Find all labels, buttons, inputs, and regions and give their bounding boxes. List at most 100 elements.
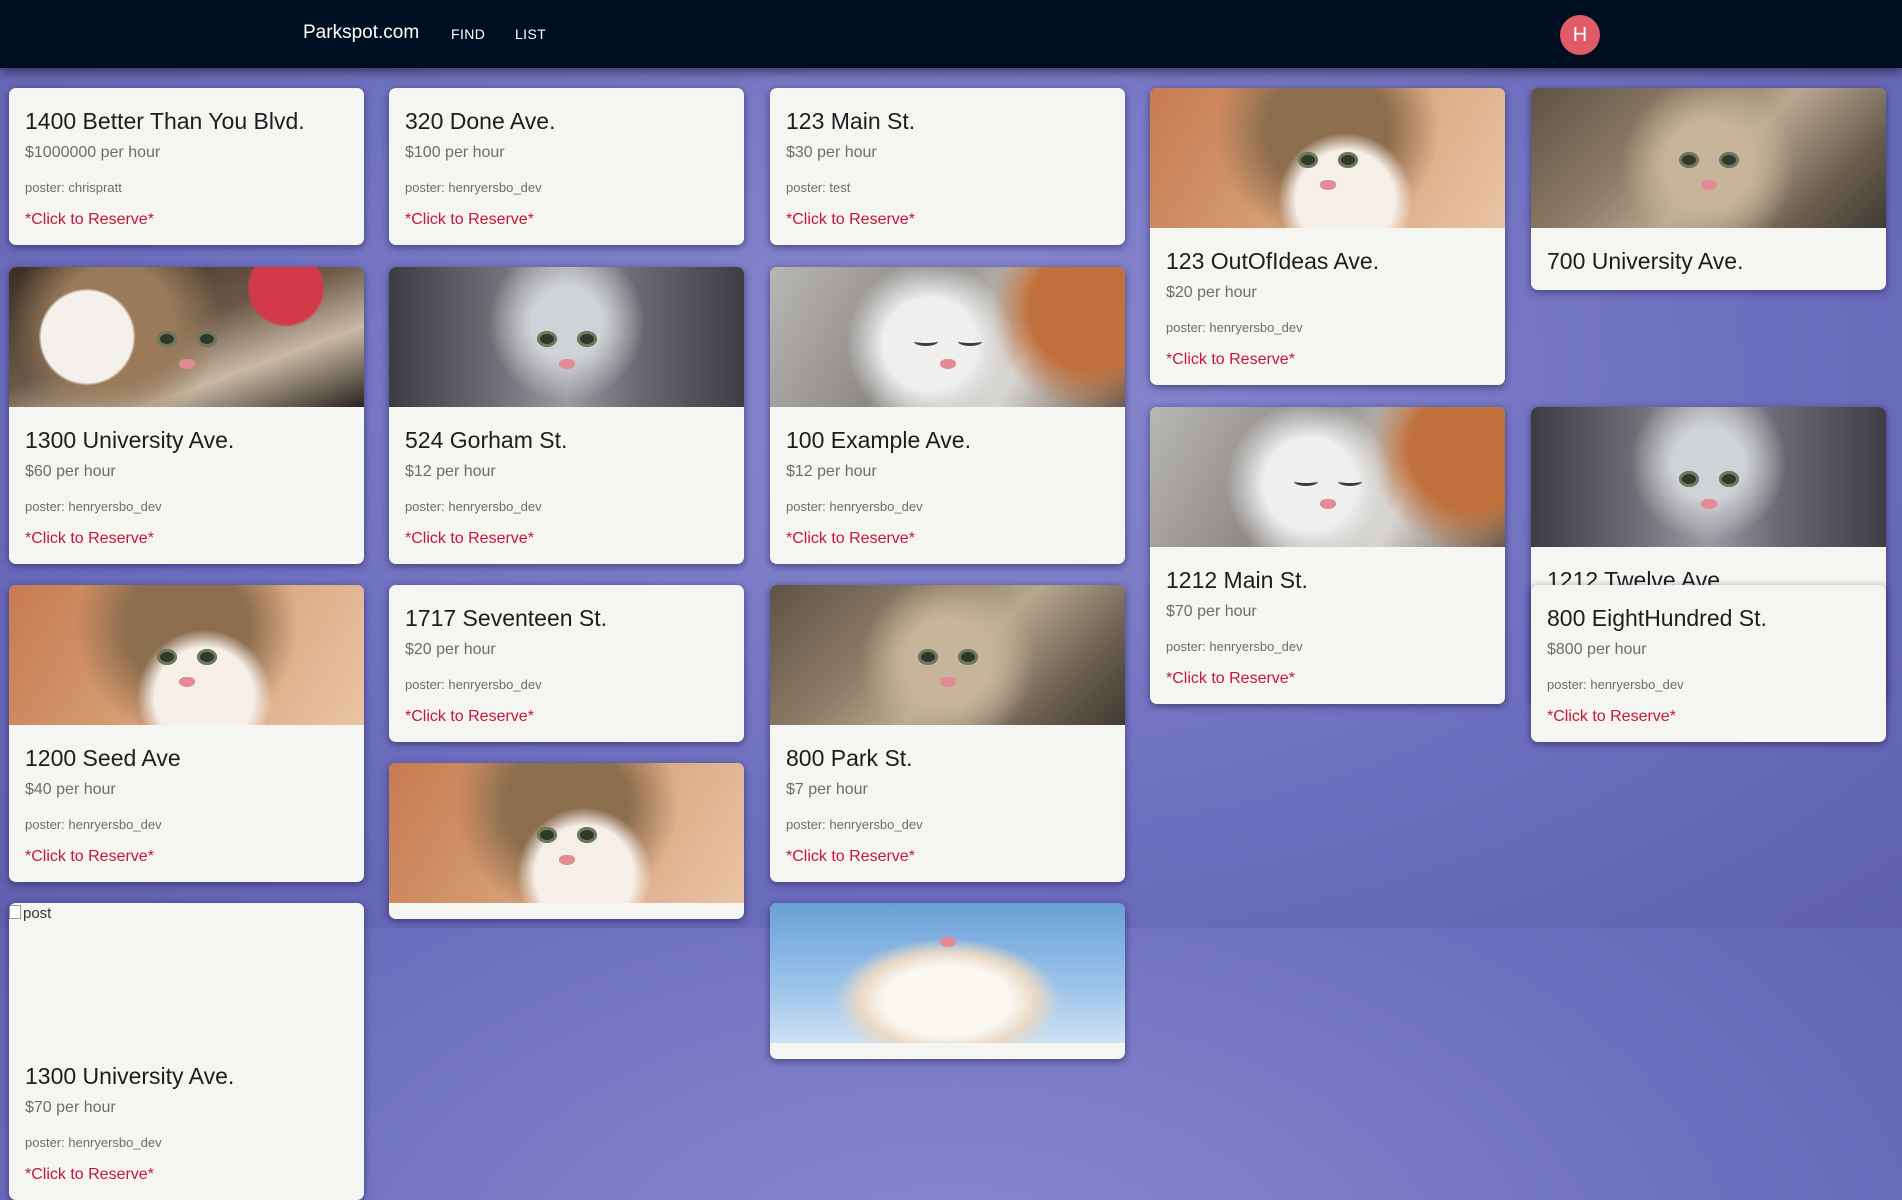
listing-photo-grey-kitten (389, 267, 744, 407)
reserve-link[interactable]: *Click to Reserve* (786, 211, 1109, 229)
user-avatar[interactable]: H (1560, 15, 1600, 55)
listing-price: $20 per hour (1166, 284, 1257, 301)
listing-card[interactable]: 524 Gorham St. $12 per hour poster: henrye… (389, 267, 744, 564)
listing-card[interactable]: 320 Done Ave. $100 per hour poster: henrye… (389, 88, 744, 245)
listing-address: 123 OutOfIdeas Ave. (1166, 248, 1380, 274)
kitten-face (507, 293, 627, 403)
kitten-face (888, 293, 1008, 403)
listing-card[interactable]: 1717 Seventeen St. $20 per hour poster: he… (389, 585, 744, 742)
listing-poster: poster: henryersbo_dev (405, 180, 542, 195)
kitten-face (1649, 114, 1769, 224)
broken-image-icon (9, 905, 21, 919)
listing-price: $800 per hour (1547, 641, 1647, 658)
listing-address: 320 Done Ave. (405, 108, 556, 134)
brand-link[interactable]: Parkspot.com (303, 22, 419, 44)
reserve-link[interactable]: *Click to Reserve* (1166, 670, 1489, 688)
listing-card[interactable]: 123 Main St. $30 per hour poster: test *Cli… (770, 88, 1125, 245)
listing-photo-sleepy-kitten (1150, 407, 1505, 547)
reserve-link[interactable]: *Click to Reserve* (25, 848, 348, 866)
listing-poster: poster: henryersbo_dev (786, 499, 923, 514)
listing-photo-sleepy-kitten (770, 267, 1125, 407)
listing-price: $20 per hour (405, 641, 496, 658)
listing-poster: poster: henryersbo_dev (405, 677, 542, 692)
listing-price: $7 per hour (786, 781, 868, 798)
reserve-link[interactable]: *Click to Reserve* (786, 848, 1109, 866)
listing-photo-calico-kitten (9, 267, 364, 407)
listing-photo-broken: post (9, 903, 364, 1043)
reserve-link[interactable]: *Click to Reserve* (25, 530, 348, 548)
kitten-face (1649, 433, 1769, 543)
reserve-link[interactable]: *Click to Reserve* (405, 708, 728, 726)
listing-card[interactable]: 1400 Better Than You Blvd. $1000000 per h… (9, 88, 364, 245)
listing-photo-tabby-kitten-closeup (9, 585, 364, 725)
listing-photo-white-kitten-sky (770, 903, 1125, 1043)
listing-price: $100 per hour (405, 144, 505, 161)
listing-address: 1300 University Ave. (25, 427, 235, 453)
listing-poster: poster: henryersbo_dev (1166, 320, 1303, 335)
listing-price: $40 per hour (25, 781, 116, 798)
listing-poster: poster: henryersbo_dev (405, 499, 542, 514)
top-navbar: Parkspot.com FIND LIST H (0, 0, 1902, 68)
listing-grid: 1400 Better Than You Blvd. $1000000 per h… (0, 0, 1902, 1200)
kitten-face (127, 611, 247, 721)
listing-price: $70 per hour (1166, 603, 1257, 620)
reserve-link[interactable]: *Click to Reserve* (1166, 351, 1489, 369)
listing-address: 1200 Seed Ave (25, 745, 181, 771)
listing-photo-tabby-kitten-closeup (389, 763, 744, 903)
listing-card[interactable]: 800 Park St. $7 per hour poster: henryersb… (770, 585, 1125, 882)
listing-poster: poster: test (786, 180, 851, 195)
listing-poster: poster: henryersbo_dev (25, 499, 162, 514)
reserve-link[interactable]: *Click to Reserve* (1547, 708, 1870, 726)
nav-list-link[interactable]: LIST (515, 26, 546, 42)
listing-photo-tabby-kitten (1531, 88, 1886, 228)
listing-photo-grey-kitten (1531, 407, 1886, 547)
listing-price: $30 per hour (786, 144, 877, 161)
listing-photo-tabby-kitten-closeup (1150, 88, 1505, 228)
listing-poster: poster: henryersbo_dev (25, 1135, 162, 1150)
listing-poster: poster: chrispratt (25, 180, 122, 195)
listing-card[interactable] (770, 903, 1125, 1059)
listing-price: $70 per hour (25, 1099, 116, 1116)
reserve-link[interactable]: *Click to Reserve* (405, 211, 728, 229)
kitten-face (1268, 114, 1388, 224)
listing-address: 100 Example Ave. (786, 427, 971, 453)
listing-address: 1400 Better Than You Blvd. (25, 108, 305, 134)
listing-address: 800 EightHundred St. (1547, 605, 1767, 631)
listing-poster: poster: henryersbo_dev (786, 817, 923, 832)
reserve-link[interactable]: *Click to Reserve* (786, 530, 1109, 548)
nav-find-link[interactable]: FIND (451, 26, 485, 42)
listing-address: 1212 Main St. (1166, 567, 1308, 593)
listing-price: $1000000 per hour (25, 144, 161, 161)
listing-poster: poster: henryersbo_dev (1166, 639, 1303, 654)
listing-card[interactable]: 123 OutOfIdeas Ave. $20 per hour poster: h… (1150, 88, 1505, 385)
broken-image-alt-text: post (23, 905, 52, 922)
listing-card[interactable]: post 1300 University Ave. $70 per hour post… (9, 903, 364, 1200)
kitten-face (888, 611, 1008, 721)
listing-card[interactable]: 1200 Seed Ave $40 per hour poster: henryer… (9, 585, 364, 882)
listing-address: 123 Main St. (786, 108, 916, 134)
listing-address: 1717 Seventeen St. (405, 605, 608, 631)
listing-poster: poster: henryersbo_dev (1547, 677, 1684, 692)
listing-card[interactable]: 100 Example Ave. $12 per hour poster: henr… (770, 267, 1125, 564)
kitten-face (1268, 433, 1388, 543)
reserve-link[interactable]: *Click to Reserve* (25, 211, 348, 229)
listing-price: $12 per hour (405, 463, 496, 480)
kitten-face (888, 929, 1008, 1039)
listing-card[interactable] (389, 763, 744, 919)
kitten-face (507, 789, 627, 899)
listing-address: 800 Park St. (786, 745, 913, 771)
listing-poster: poster: henryersbo_dev (25, 817, 162, 832)
reserve-link[interactable]: *Click to Reserve* (25, 1166, 348, 1184)
listing-card[interactable]: 800 EightHundred St. $800 per hour poster:… (1531, 585, 1886, 742)
listing-address: 700 University Ave. (1547, 248, 1744, 274)
listing-card[interactable]: 700 University Ave. (1531, 88, 1886, 290)
listing-card[interactable]: 1212 Main St. $70 per hour poster: henryer… (1150, 407, 1505, 704)
kitten-face (127, 293, 247, 403)
listing-card[interactable]: 1300 University Ave. $60 per hour poster: … (9, 267, 364, 564)
listing-price: $12 per hour (786, 463, 877, 480)
listing-photo-tabby-kitten (770, 585, 1125, 725)
broken-image-alt: post (9, 905, 51, 922)
listing-address: 524 Gorham St. (405, 427, 568, 453)
reserve-link[interactable]: *Click to Reserve* (405, 530, 728, 548)
listing-address: 1300 University Ave. (25, 1063, 235, 1089)
